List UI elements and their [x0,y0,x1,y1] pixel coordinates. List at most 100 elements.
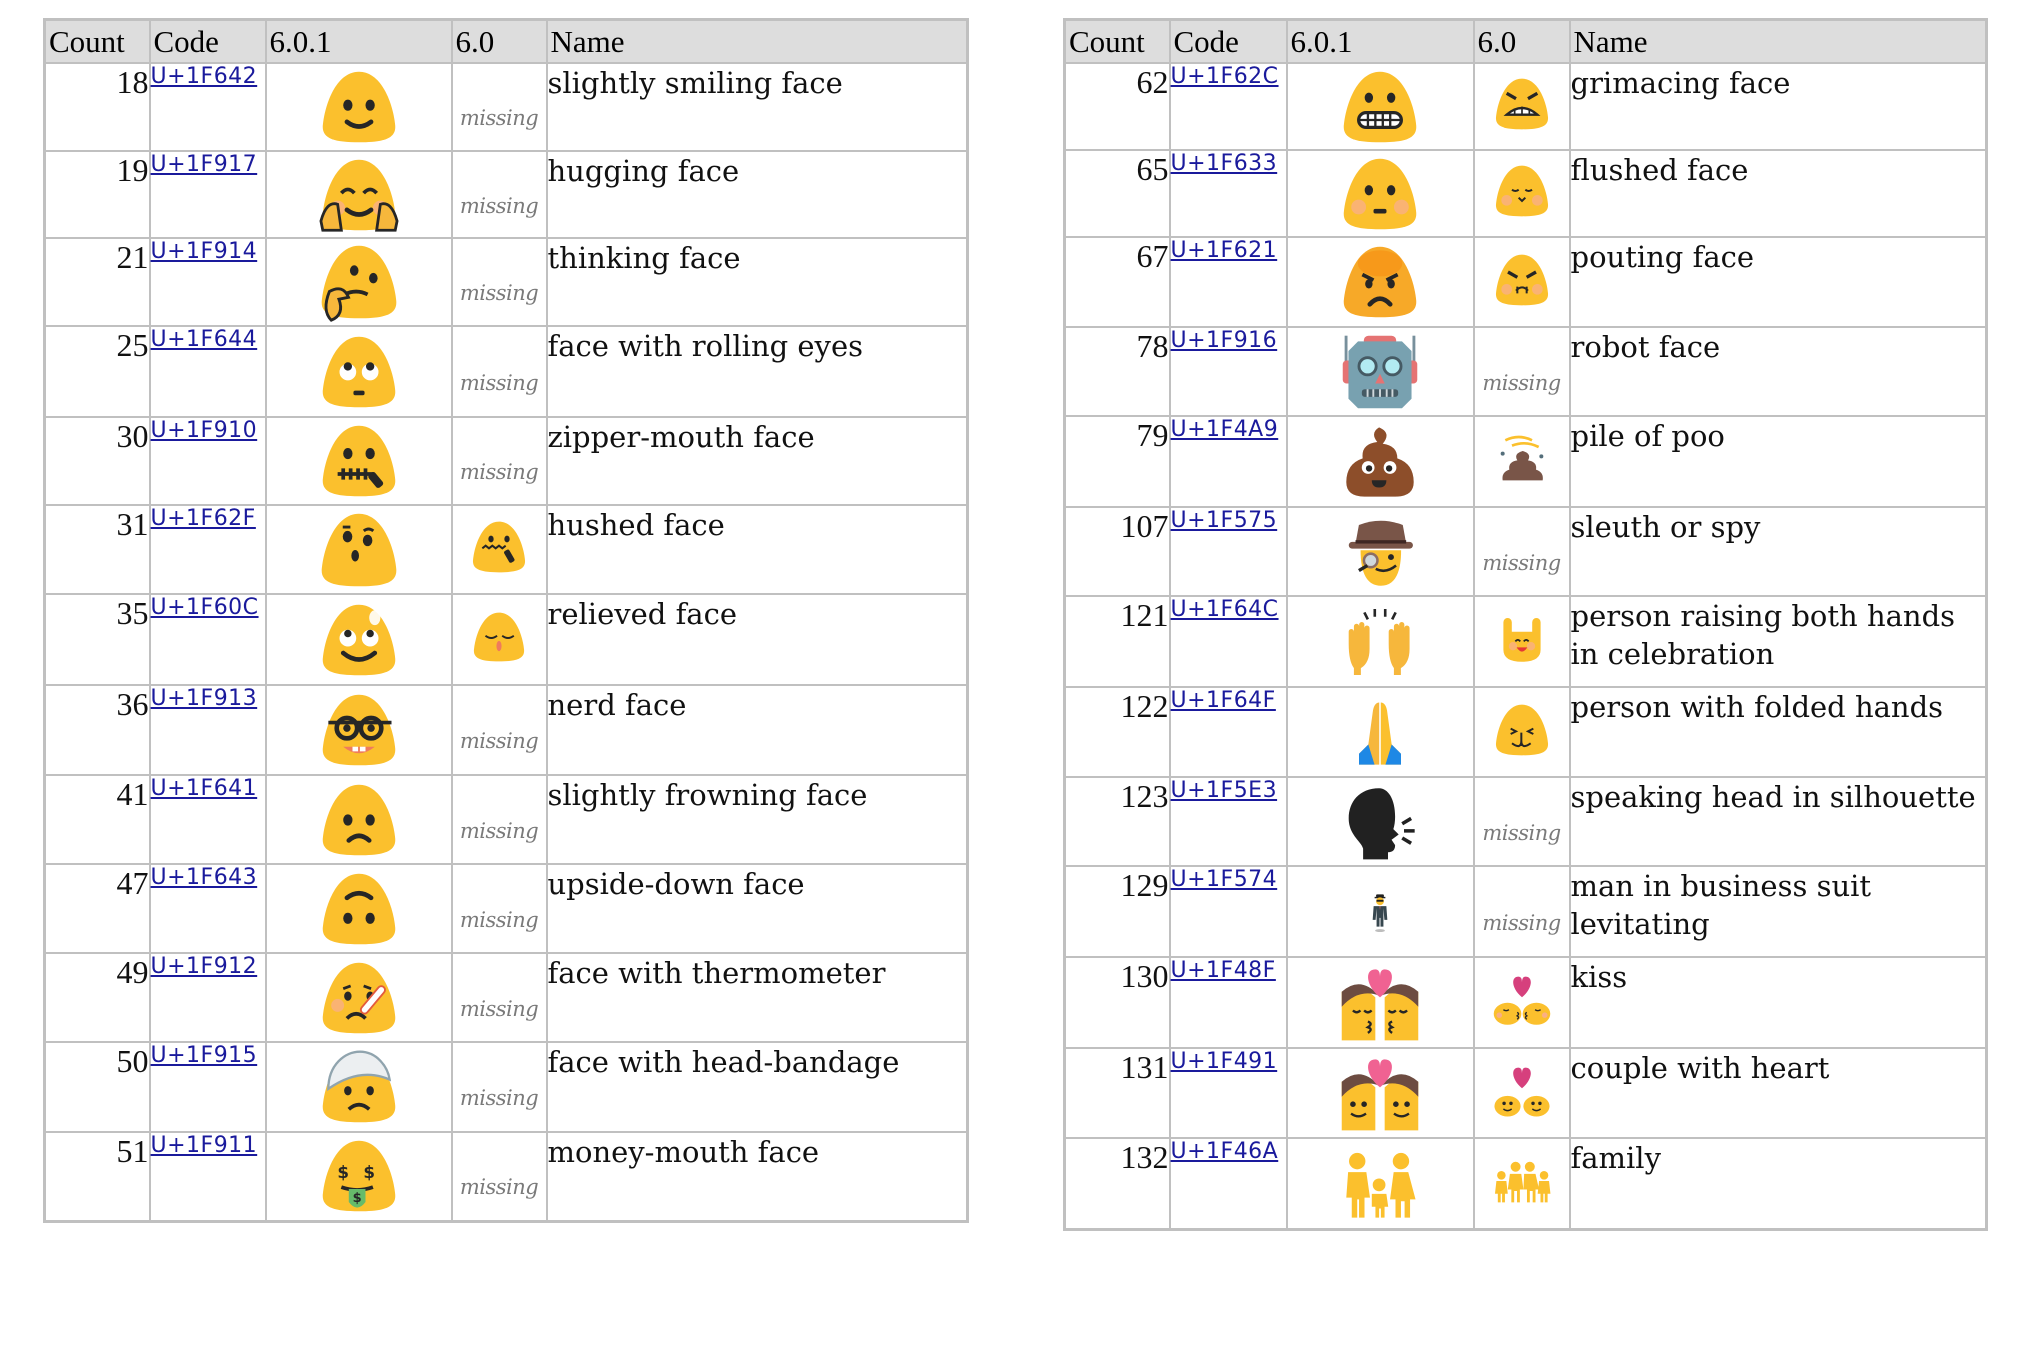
emoji-6-0-1-cell [264,952,453,1043]
nerd-face-icon [267,691,451,769]
code-link[interactable]: U+1F917 [151,152,258,177]
code-link[interactable]: U+1F62C [1171,64,1279,89]
family-icon [1288,1142,1473,1224]
emoji-6-0-1-cell [1285,62,1475,151]
code-link[interactable]: U+1F913 [151,686,258,711]
code-link[interactable]: U+1F915 [151,1043,258,1068]
table-row: 130 U+1F48F kiss [1063,956,1988,1049]
emoji-6-0-1-cell [264,62,453,152]
code-link[interactable]: U+1F48F [1171,958,1276,983]
code-link[interactable]: U+1F643 [151,865,258,890]
code-link[interactable]: U+1F916 [1171,328,1278,353]
emoji-6-0-cell: missing [450,1041,548,1133]
pouting-face-old-icon [1492,252,1552,313]
code-link[interactable]: U+1F642 [151,64,258,89]
code-cell: U+1F5E3 [1168,776,1288,867]
slightly-smiling-face-icon [267,68,451,146]
money-mouth-face-icon: $ $ $ [267,1137,451,1215]
code-link[interactable]: U+1F641 [151,776,258,801]
name-cell: pouting face [1568,236,1988,328]
upside-down-face-icon [267,870,451,948]
code-cell: U+1F915 [148,1041,267,1133]
count-cell: 30 [43,416,151,506]
column-header-code[interactable]: Code [148,18,267,64]
emoji-6-0-1-cell [1285,686,1475,778]
column-header-6-0-1[interactable]: 6.0.1 [264,18,453,64]
count-cell: 130 [1063,956,1171,1049]
table-row: 41 U+1F641 missing slightly frowning face [43,774,969,865]
count-cell: 122 [1063,686,1171,778]
hugging-face-icon [267,156,451,234]
emoji-6-0-1-cell [264,150,453,239]
emoji-6-0-1-cell [264,504,453,595]
emoji-6-0-1-cell [1285,1137,1475,1230]
hushed-face-icon [267,508,451,592]
name-cell: relieved face [545,593,969,686]
emoji-6-0-cell [1472,149,1571,238]
count-cell: 67 [1063,236,1171,328]
missing-label: missing [1482,910,1561,935]
code-link[interactable]: U+1F46A [1171,1139,1279,1164]
column-header-code[interactable]: Code [1168,18,1288,64]
thermometer-face-icon [267,959,451,1037]
table-row: 65 U+1F633 flushed face [1063,149,1988,238]
column-header-name[interactable]: Name [545,18,969,64]
code-link[interactable]: U+1F574 [1171,867,1278,892]
code-link[interactable]: U+1F491 [1171,1049,1278,1074]
table-row: 51 U+1F911 $ $ $ missing money-mouth face [43,1131,969,1222]
code-link[interactable]: U+1F60C [151,595,259,620]
column-header-count[interactable]: Count [43,18,151,64]
table-header-row: Count Code 6.0.1 6.0 Name [43,18,969,64]
column-header-count[interactable]: Count [1063,18,1171,64]
code-link[interactable]: U+1F64C [1171,597,1279,622]
kiss-old-icon [1491,969,1553,1036]
robot-face-icon [1288,331,1473,413]
table-row: 62 U+1F62C grimacing face [1063,62,1988,151]
slightly-frowning-face-icon [267,781,451,859]
code-link[interactable]: U+1F644 [151,327,258,352]
code-cell: U+1F917 [148,150,267,239]
missing-label: missing [459,1175,539,1200]
code-cell: U+1F574 [1168,865,1288,958]
missing-label: missing [459,106,539,130]
hushed-face-old-icon [469,516,529,583]
name-cell: hushed face [545,504,969,595]
code-link[interactable]: U+1F5E3 [1171,778,1278,803]
code-link[interactable]: U+1F64F [1171,688,1276,713]
column-header-name[interactable]: Name [1568,18,1988,64]
rolling-eyes-face-icon [267,333,451,411]
code-link[interactable]: U+1F4A9 [1171,417,1279,442]
column-header-6-0-1[interactable]: 6.0.1 [1285,18,1475,64]
code-link[interactable]: U+1F62F [151,506,256,531]
code-link[interactable]: U+1F914 [151,239,258,264]
zipper-mouth-face-icon [267,422,451,500]
raising-hands-icon [1288,600,1473,684]
emoji-6-0-cell [1472,595,1571,688]
code-cell: U+1F916 [1168,326,1288,417]
family-old-icon [1490,1151,1554,1216]
name-cell: zipper-mouth face [545,416,969,506]
name-cell: slightly smiling face [545,62,969,152]
column-header-6-0[interactable]: 6.0 [450,18,548,64]
count-cell: 41 [43,774,151,865]
code-link[interactable]: U+1F621 [1171,238,1278,263]
code-link[interactable]: U+1F575 [1171,508,1278,533]
emoji-6-0-cell: missing [450,237,548,327]
flushed-face-icon [1288,155,1473,233]
table-row: 122 U+1F64F person with folded hands [1063,686,1988,778]
code-link[interactable]: U+1F633 [1171,151,1278,176]
svg-text:$: $ [363,1162,375,1182]
folded-hands-old-icon [1492,700,1552,765]
emoji-table-right: Count Code 6.0.1 6.0 Name 62 U+1F62C grima… [1063,18,1988,1231]
kiss-icon [1288,961,1473,1045]
code-cell: U+1F62C [1168,62,1288,151]
code-link[interactable]: U+1F912 [151,954,258,979]
emoji-6-0-1-cell [1285,595,1475,688]
svg-text:$: $ [352,1191,361,1206]
emoji-6-0-1-cell [264,1041,453,1133]
column-header-6-0[interactable]: 6.0 [1472,18,1571,64]
code-link[interactable]: U+1F911 [151,1133,258,1158]
code-link[interactable]: U+1F910 [151,418,258,443]
code-cell: U+1F912 [148,952,267,1043]
missing-label: missing [459,370,539,395]
